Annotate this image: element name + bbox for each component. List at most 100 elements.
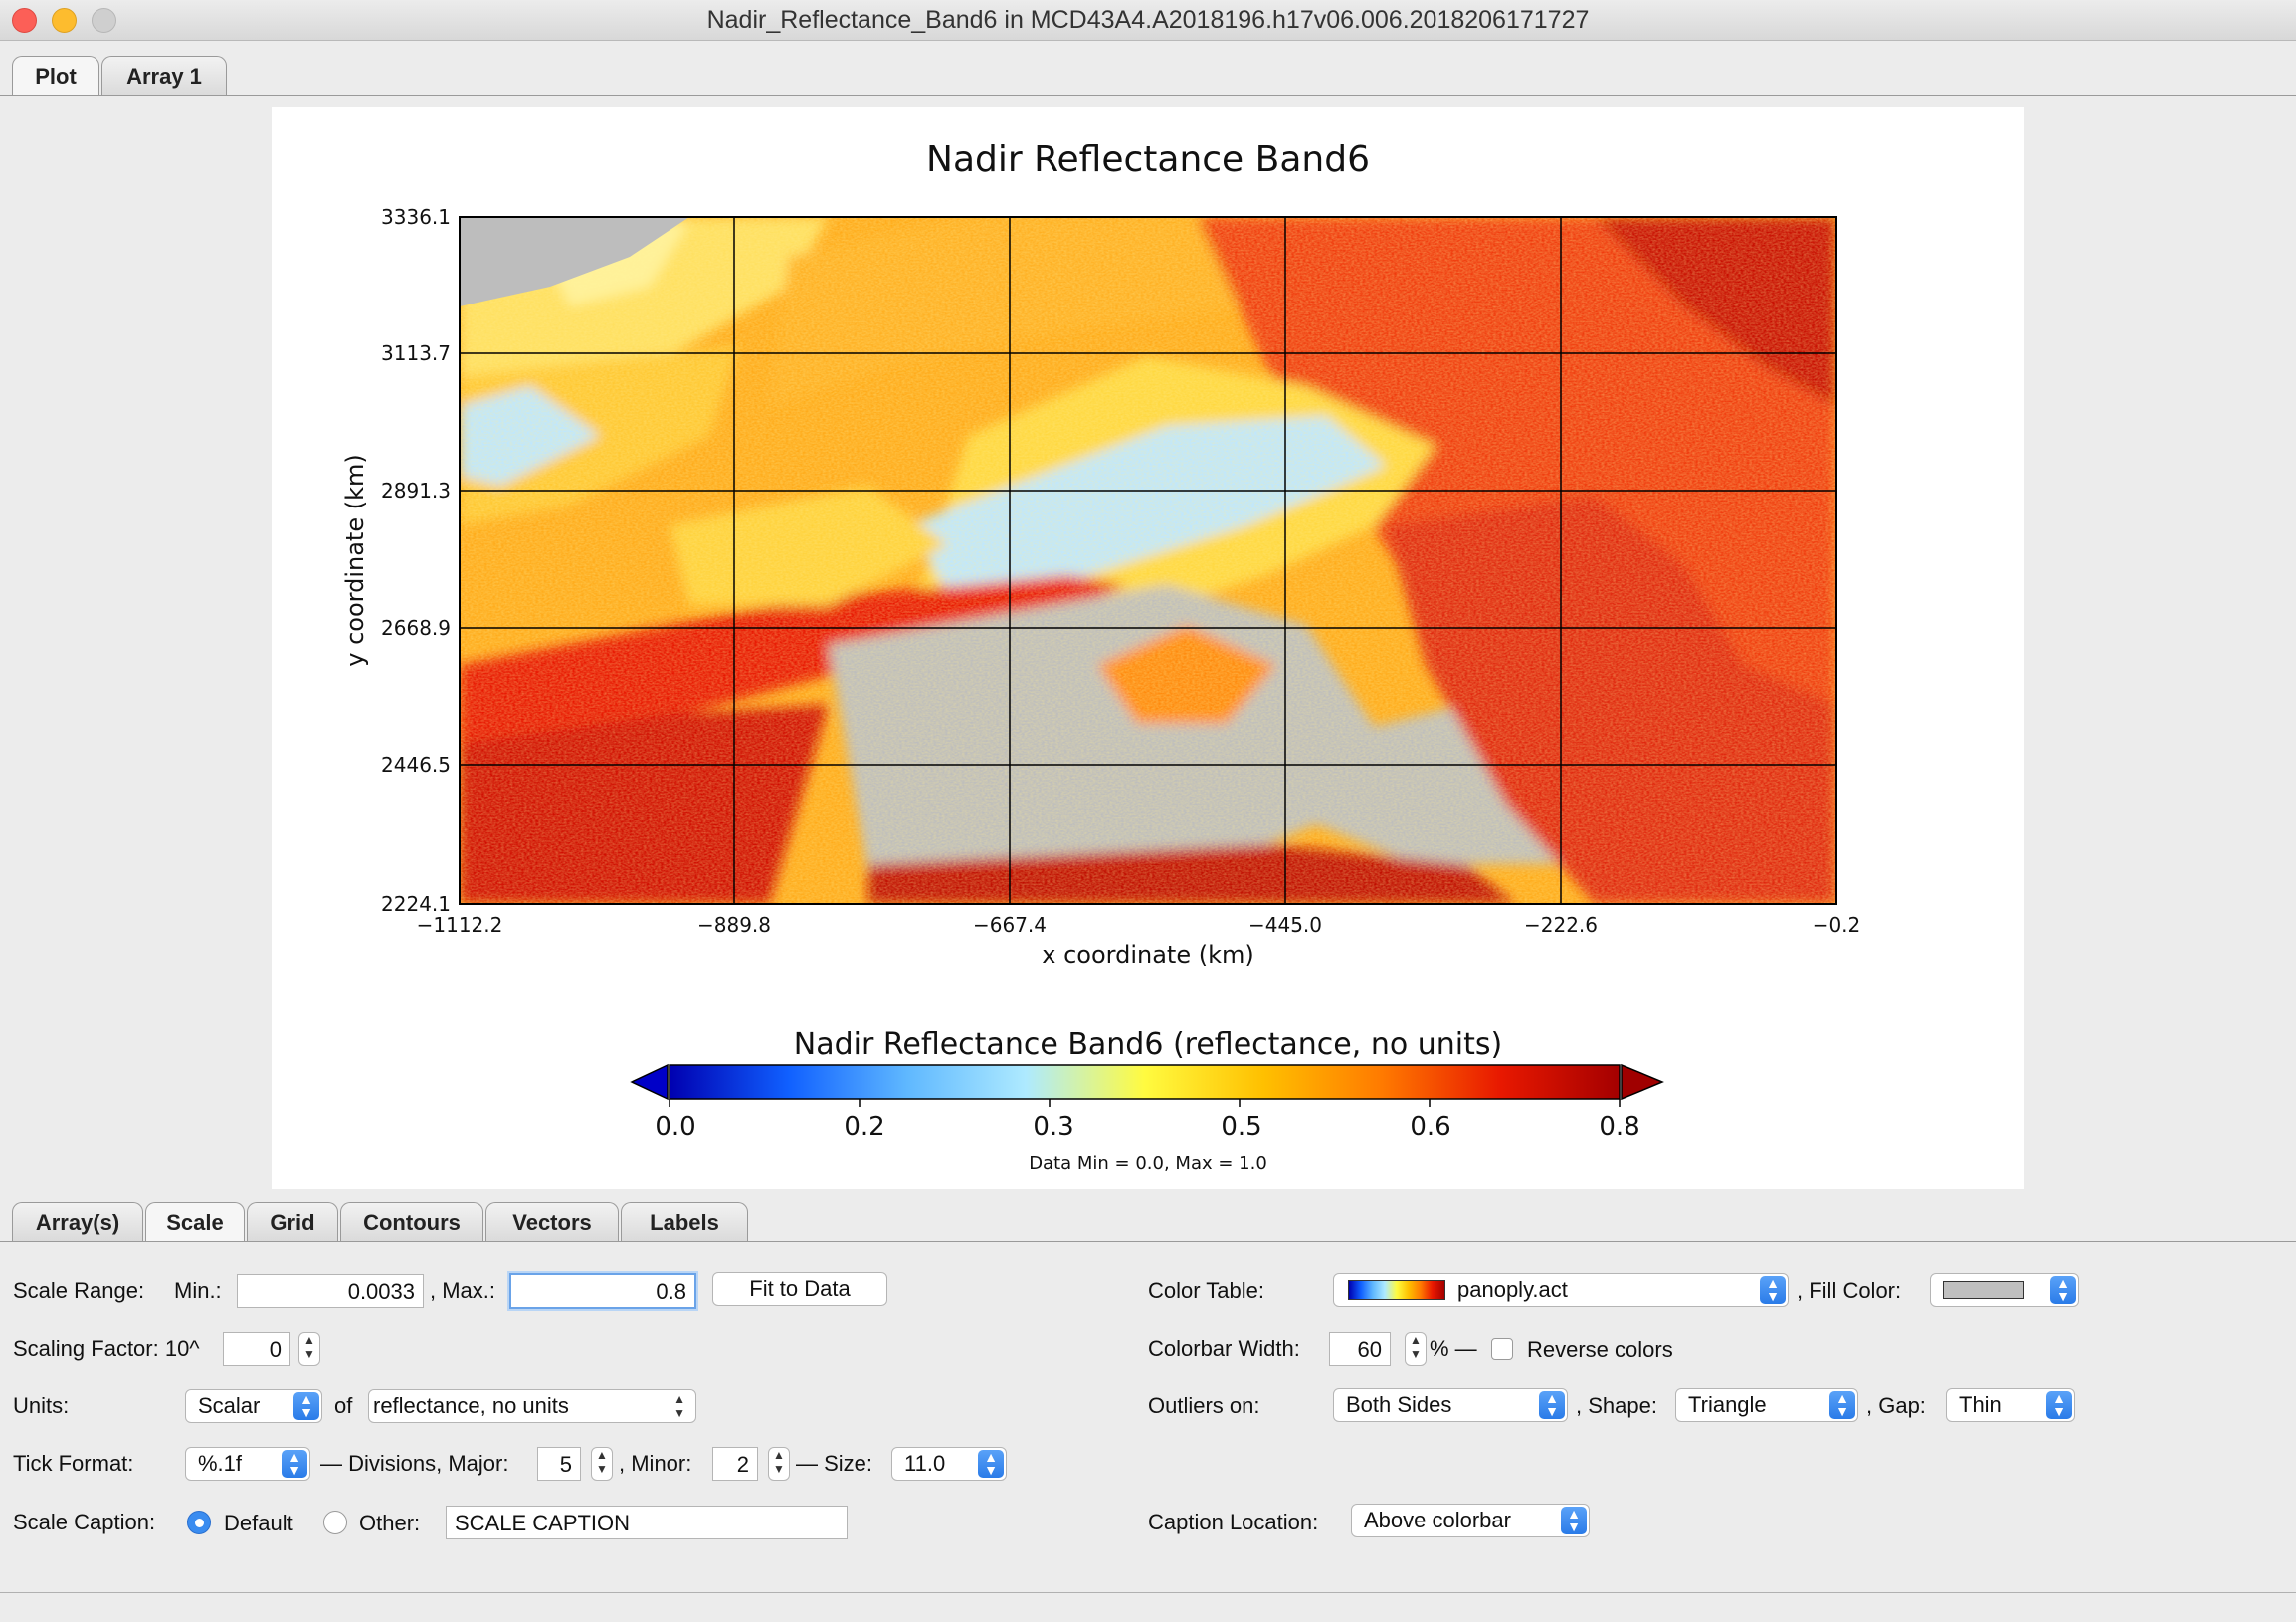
colorbar-low-outlier [630,1063,669,1101]
outliers-select[interactable]: Both Sides ▲ ▼ [1333,1388,1568,1422]
units-value-select[interactable]: reflectance, no units ▲ ▼ [368,1389,696,1423]
max-label: , Max.: [430,1278,496,1303]
plot-canvas: Nadir Reflectance Band6 3336.1 3113.7 28… [341,139,1861,1174]
tick-format-select[interactable]: %.1f ▲ ▼ [185,1447,310,1481]
colorbar-high-outlier [1621,1063,1664,1101]
colorbar-tick-label: 0.6 [1410,1113,1450,1142]
colorbar [669,1064,1621,1100]
data-min-max-label: Data Min = 0.0, Max = 1.0 [1029,1153,1267,1174]
outliers-value: Both Sides [1346,1392,1452,1417]
x-tick-label: −0.2 [1813,913,1861,937]
y-axis-label: y coordinate (km) [341,454,369,666]
x-axis-label: x coordinate (km) [1042,941,1253,969]
tab-vectors[interactable]: Vectors [485,1202,619,1242]
tick-size-select[interactable]: 11.0 ▲ ▼ [891,1447,1007,1481]
caption-other-label: Other: [359,1511,421,1535]
major-divisions-input[interactable]: 5 [537,1447,581,1481]
reverse-colors-label: Reverse colors [1527,1337,1673,1362]
color-table-select[interactable]: panoply.act ▲ ▼ [1333,1273,1789,1307]
shape-select[interactable]: Triangle ▲ ▼ [1675,1388,1858,1422]
gap-select[interactable]: Thin ▲ ▼ [1946,1388,2075,1422]
tick-format-label: Tick Format: [13,1451,134,1476]
fill-color-swatch [1943,1281,2024,1299]
colorbar-tick-label: 0.3 [1033,1113,1073,1142]
shape-label: , Shape: [1576,1393,1657,1418]
caption-other-radio[interactable] [323,1511,347,1534]
of-label: of [334,1393,353,1418]
scale-max-input[interactable]: 0.8 [509,1273,696,1309]
chevron-updown-icon: ▲ ▼ [1539,1391,1565,1419]
tab-divider [0,95,2296,96]
scale-min-input[interactable]: 0.0033 [237,1274,424,1308]
chevron-updown-icon: ▲ ▼ [282,1450,307,1478]
chevron-updown-icon: ▲ ▼ [2046,1391,2072,1419]
gap-value: Thin [1959,1392,2002,1417]
x-tick-label: −1112.2 [417,913,503,937]
percent-label: % — [1430,1336,1477,1361]
y-tick-label: 2891.3 [381,479,451,503]
scaling-factor-label: Scaling Factor: 10^ [13,1336,200,1361]
units-value: reflectance, no units [373,1393,569,1418]
min-label: Min.: [174,1278,222,1303]
bottom-tab-divider [0,1241,2296,1242]
caption-default-radio[interactable] [187,1511,211,1534]
tab-grid[interactable]: Grid [247,1202,338,1242]
x-tick-label: −222.6 [1524,913,1598,937]
outliers-label: Outliers on: [1148,1393,1260,1418]
chevron-updown-icon: ▲ ▼ [1561,1507,1587,1534]
reverse-colors-checkbox[interactable] [1491,1338,1513,1360]
status-divider [0,1592,2296,1593]
tab-scale[interactable]: Scale [145,1202,245,1242]
tick-size-value: 11.0 [904,1451,946,1476]
chevron-updown-icon: ▲ ▼ [2050,1276,2076,1304]
colorbar-tick-label: 0.5 [1221,1113,1261,1142]
caption-location-value: Above colorbar [1364,1508,1511,1532]
units-label: Units: [13,1393,70,1418]
scaling-factor-input[interactable]: 0 [223,1332,290,1366]
fill-color-select[interactable]: ▲ ▼ [1930,1273,2079,1307]
fit-to-data-button[interactable]: Fit to Data [712,1272,887,1306]
y-tick-label: 3336.1 [381,205,451,229]
fill-color-label: , Fill Color: [1797,1278,1902,1303]
minor-label: , Minor: [619,1451,692,1476]
colorbar-width-input[interactable]: 60 [1329,1332,1391,1366]
color-table-label: Color Table: [1148,1278,1264,1303]
tab-arrays[interactable]: Array(s) [12,1202,143,1242]
plot-panel: Nadir Reflectance Band6 3336.1 3113.7 28… [272,107,2024,1189]
tab-labels[interactable]: Labels [621,1202,748,1242]
gap-label: , Gap: [1866,1393,1926,1418]
reflectance-map [460,217,1836,904]
caption-default-label: Default [224,1511,293,1535]
y-tick-label: 2668.9 [381,616,451,640]
window-title: Nadir_Reflectance_Band6 in MCD43A4.A2018… [706,6,1590,34]
tab-array-1[interactable]: Array 1 [101,56,227,96]
caption-location-select[interactable]: Above colorbar ▲ ▼ [1351,1504,1590,1537]
shape-value: Triangle [1688,1392,1767,1417]
scale-caption-label: Scale Caption: [13,1510,156,1534]
colorbar-width-stepper[interactable]: ▲ ▼ [1405,1332,1427,1366]
minor-divisions-input[interactable]: 2 [712,1447,758,1481]
chevron-updown-icon: ▲ ▼ [978,1450,1004,1478]
y-tick-label: 2224.1 [381,892,451,915]
chevron-updown-icon: ▲ ▼ [673,1392,685,1420]
color-table-value: panoply.act [1457,1277,1568,1302]
colorbar-tick-label: 0.0 [655,1113,695,1142]
y-tick-label: 3113.7 [381,341,451,365]
chart-title: Nadir Reflectance Band6 [926,139,1370,180]
colorbar-tick-label: 0.2 [844,1113,884,1142]
tab-contours[interactable]: Contours [340,1202,483,1242]
x-tick-label: −445.0 [1248,913,1322,937]
minor-divisions-stepper[interactable]: ▲ ▼ [768,1447,790,1481]
colorbar-tick-label: 0.8 [1599,1113,1639,1142]
colorbar-width-label: Colorbar Width: [1148,1336,1300,1361]
colorbar-caption: Nadir Reflectance Band6 (reflectance, no… [794,1027,1502,1062]
caption-other-input[interactable]: SCALE CAPTION [446,1506,848,1539]
scaling-factor-stepper[interactable]: ▲ ▼ [298,1332,320,1366]
major-divisions-stepper[interactable]: ▲ ▼ [591,1447,613,1481]
chevron-updown-icon: ▲ ▼ [1829,1391,1855,1419]
units-type-select[interactable]: Scalar ▲ ▼ [185,1389,322,1423]
units-type-value: Scalar [198,1393,261,1418]
tick-format-value: %.1f [198,1451,243,1476]
tab-plot[interactable]: Plot [12,56,99,96]
x-tick-label: −889.8 [697,913,771,937]
